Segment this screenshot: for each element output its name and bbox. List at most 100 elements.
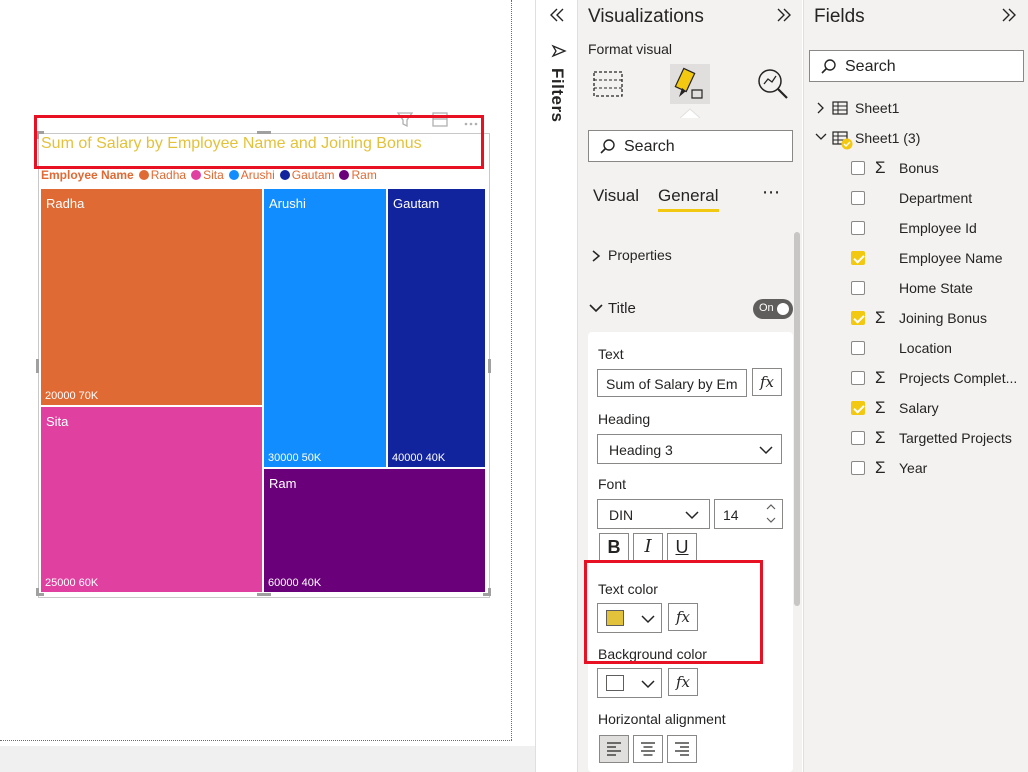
field-name: Targetted Projects bbox=[899, 430, 1012, 446]
background-color-picker[interactable] bbox=[597, 668, 662, 698]
field-row-joining-bonus[interactable]: Σ Joining Bonus bbox=[851, 308, 1026, 330]
field-name: Department bbox=[899, 190, 973, 206]
resize-handle[interactable] bbox=[36, 588, 39, 596]
viz-search-input[interactable]: Search bbox=[588, 130, 793, 162]
expand-left-icon[interactable] bbox=[548, 6, 566, 24]
search-icon bbox=[600, 139, 615, 154]
title-text-value: Sum of Salary by Em bbox=[606, 376, 738, 392]
legend-item[interactable]: Radha bbox=[138, 168, 186, 182]
collapse-right-icon[interactable] bbox=[775, 6, 793, 24]
resize-handle[interactable] bbox=[257, 593, 271, 596]
sigma-icon: Σ bbox=[875, 428, 886, 447]
field-checkbox[interactable] bbox=[851, 431, 865, 445]
field-checkbox[interactable] bbox=[851, 251, 865, 265]
font-size-stepper[interactable]: 14 bbox=[714, 499, 783, 529]
treemap-tile-arushi[interactable]: Arushi 30000 50K bbox=[263, 188, 387, 468]
background-color-fx-button[interactable]: fx bbox=[668, 668, 698, 696]
field-row-department[interactable]: Department bbox=[851, 188, 1026, 210]
treemap-chart: Radha 20000 70K Sita 25000 60K Arushi 30… bbox=[40, 188, 486, 593]
font-family-select[interactable]: DIN bbox=[597, 499, 710, 529]
toggle-label: On bbox=[759, 302, 774, 314]
underline-button[interactable]: U bbox=[667, 533, 697, 561]
visualizations-pane: Visualizations Format visual Search Visu… bbox=[577, 0, 802, 772]
legend-label: Gautam bbox=[291, 168, 335, 182]
field-row-home-state[interactable]: Home State bbox=[851, 278, 1026, 300]
title-text-input[interactable]: Sum of Salary by Em bbox=[597, 369, 747, 397]
field-checkbox[interactable] bbox=[851, 221, 865, 235]
field-checkbox[interactable] bbox=[851, 191, 865, 205]
sigma-icon: Σ bbox=[875, 458, 886, 477]
chevron-down-icon bbox=[589, 304, 603, 313]
filters-pane-collapsed[interactable]: Filters bbox=[535, 0, 577, 772]
chevron-up-icon[interactable] bbox=[765, 502, 777, 512]
field-row-employee-name[interactable]: Employee Name bbox=[851, 248, 1026, 270]
align-left-button[interactable] bbox=[599, 735, 629, 763]
field-checkbox[interactable] bbox=[851, 461, 865, 475]
tile-label: Gautam bbox=[393, 196, 440, 211]
treemap-tile-radha[interactable]: Radha 20000 70K bbox=[40, 188, 263, 406]
legend-item[interactable]: Ram bbox=[339, 168, 377, 182]
tab-visual[interactable]: Visual bbox=[593, 186, 639, 206]
treemap-tile-gautam[interactable]: Gautam 40000 40K bbox=[387, 188, 486, 468]
horizontal-alignment-label: Horizontal alignment bbox=[598, 711, 726, 727]
table-row-sheet1[interactable]: Sheet1 bbox=[816, 98, 1016, 120]
analytics-icon[interactable] bbox=[753, 64, 793, 104]
field-row-targetted-projects[interactable]: Σ Targetted Projects bbox=[851, 428, 1026, 450]
heading-value: Heading 3 bbox=[609, 442, 673, 458]
search-placeholder: Search bbox=[624, 138, 675, 155]
title-highlight-box bbox=[34, 115, 484, 169]
legend-item[interactable]: Arushi bbox=[228, 168, 275, 182]
canvas-border bbox=[511, 0, 512, 740]
more-options-button[interactable]: ⋯ bbox=[762, 182, 781, 203]
field-row-projects-completed[interactable]: Σ Projects Complet... bbox=[851, 368, 1026, 390]
field-checkbox[interactable] bbox=[851, 281, 865, 295]
table-row-sheet1-3[interactable]: Sheet1 (3) bbox=[815, 128, 1016, 150]
legend-item[interactable]: Gautam bbox=[279, 168, 335, 182]
field-row-location[interactable]: Location bbox=[851, 338, 1026, 360]
field-row-bonus[interactable]: Σ Bonus bbox=[851, 158, 1026, 180]
text-label: Text bbox=[598, 346, 624, 362]
chevron-down-icon bbox=[759, 446, 773, 455]
field-checkbox[interactable] bbox=[851, 161, 865, 175]
build-visual-icon[interactable] bbox=[590, 64, 630, 104]
treemap-tile-ram[interactable]: Ram 60000 40K bbox=[263, 468, 486, 593]
field-name: Projects Complet... bbox=[899, 370, 1018, 386]
checked-badge-icon bbox=[841, 138, 853, 150]
title-settings-card: Text Sum of Salary by Em fx Heading Head… bbox=[588, 332, 793, 772]
resize-handle[interactable] bbox=[488, 588, 491, 596]
filters-label[interactable]: Filters bbox=[547, 68, 567, 123]
field-name: Employee Name bbox=[899, 250, 1003, 266]
align-center-button[interactable] bbox=[633, 735, 663, 763]
field-checkbox[interactable] bbox=[851, 371, 865, 385]
tab-general[interactable]: General bbox=[658, 186, 718, 206]
treemap-tile-sita[interactable]: Sita 25000 60K bbox=[40, 406, 263, 593]
field-checkbox[interactable] bbox=[851, 401, 865, 415]
title-text-fx-button[interactable]: fx bbox=[752, 368, 782, 396]
font-family-value: DIN bbox=[609, 507, 634, 523]
legend-item[interactable]: Sita bbox=[191, 168, 224, 182]
field-row-salary[interactable]: Σ Salary bbox=[851, 398, 1026, 420]
pane-scrollbar[interactable] bbox=[794, 232, 800, 606]
bold-button[interactable]: B bbox=[599, 533, 629, 561]
legend-dot bbox=[191, 170, 202, 180]
field-row-year[interactable]: Σ Year bbox=[851, 458, 1026, 480]
resize-handle[interactable] bbox=[488, 359, 491, 373]
field-name: Home State bbox=[899, 280, 973, 296]
heading-select[interactable]: Heading 3 bbox=[597, 434, 782, 464]
field-row-employee-id[interactable]: Employee Id bbox=[851, 218, 1026, 240]
collapse-right-icon[interactable] bbox=[1000, 6, 1018, 24]
italic-button[interactable]: I bbox=[633, 533, 663, 561]
field-checkbox[interactable] bbox=[851, 311, 865, 325]
legend-dot bbox=[138, 170, 149, 180]
font-label: Font bbox=[598, 476, 627, 492]
active-tab-underline bbox=[658, 209, 719, 212]
align-right-button[interactable] bbox=[667, 735, 697, 763]
resize-handle[interactable] bbox=[36, 359, 39, 373]
fields-search-input[interactable]: Search bbox=[809, 50, 1024, 82]
chevron-down-icon[interactable] bbox=[765, 515, 777, 525]
heading-label: Heading bbox=[598, 411, 651, 427]
field-checkbox[interactable] bbox=[851, 341, 865, 355]
title-toggle[interactable]: On bbox=[753, 299, 793, 319]
tile-value: 25000 60K bbox=[45, 577, 99, 589]
align-center-icon bbox=[641, 742, 655, 756]
